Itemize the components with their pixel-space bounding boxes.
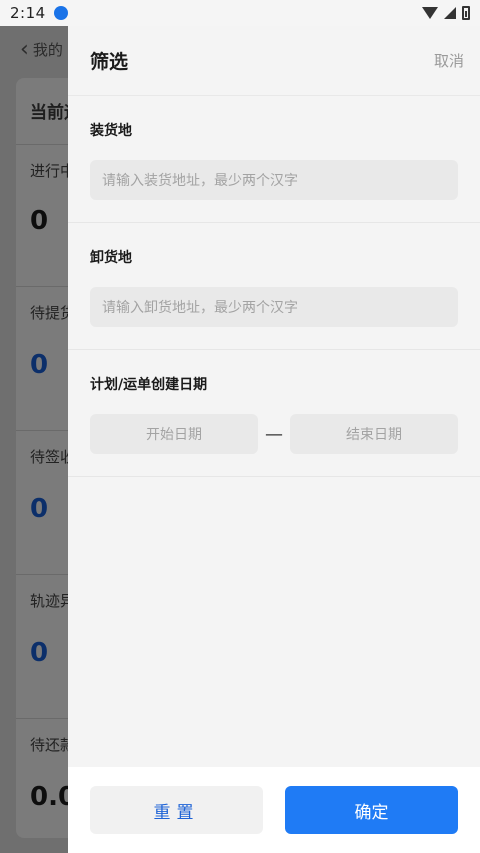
stat-label: 待提货 [30, 304, 68, 322]
loading-label: 装货地 [90, 123, 132, 139]
back-chevron-icon[interactable]: ‹ [20, 37, 29, 62]
stat-value: 0.0 [30, 782, 68, 812]
stat-label: 进行中 [30, 162, 68, 180]
background-stats-card: 当前运 进行中 0 待提货 0 待签收 0 轨迹异 0 待还款 0.0 [16, 78, 68, 838]
date-section: 计划/运单创建日期 开始日期 — 结束日期 [68, 350, 480, 477]
background-page: ‹ 我的 当前运 进行中 0 待提货 0 待签收 0 轨迹异 0 待还款 0.0 [0, 26, 68, 853]
divider [16, 430, 68, 431]
unloading-label: 卸货地 [90, 250, 132, 266]
drawer-footer: 重置 确定 [68, 767, 480, 853]
loading-section: 装货地 请输入装货地址，最少两个汉字 [68, 96, 480, 223]
status-time: 2:14 [10, 4, 46, 22]
end-date-picker[interactable]: 结束日期 [290, 414, 458, 454]
stat-value: 0 [30, 494, 49, 524]
stat-label: 轨迹异 [30, 592, 68, 610]
cancel-button[interactable]: 取消 [434, 50, 464, 71]
drawer-title: 筛选 [90, 51, 129, 73]
stat-label: 待还款 [30, 736, 68, 754]
wifi-icon [422, 7, 438, 19]
app-notification-icon [53, 6, 68, 20]
status-bar: 2:14 [0, 0, 480, 26]
unloading-address-input[interactable]: 请输入卸货地址，最少两个汉字 [90, 287, 458, 327]
confirm-button[interactable]: 确定 [285, 786, 458, 834]
unloading-section: 卸货地 请输入卸货地址，最少两个汉字 [68, 223, 480, 350]
divider [16, 718, 68, 719]
background-card-title: 当前运 [30, 103, 68, 123]
divider [16, 286, 68, 287]
divider [16, 574, 68, 575]
start-date-picker[interactable]: 开始日期 [90, 414, 258, 454]
loading-address-input[interactable]: 请输入装货地址，最少两个汉字 [90, 160, 458, 200]
stat-value: 0 [30, 350, 49, 380]
date-range: 开始日期 — 结束日期 [90, 414, 458, 454]
stat-value: 0 [30, 206, 49, 236]
divider [16, 144, 68, 145]
status-icons [422, 6, 470, 20]
reset-button[interactable]: 重置 [90, 786, 263, 834]
filter-drawer: 筛选 取消 装货地 请输入装货地址，最少两个汉字 卸货地 请输入卸货地址，最少两… [68, 26, 480, 853]
date-range-separator: — [265, 423, 283, 445]
battery-icon [462, 6, 470, 20]
background-header: ‹ 我的 [0, 26, 68, 72]
drawer-header: 筛选 取消 [68, 26, 480, 96]
stat-value: 0 [30, 638, 49, 668]
background-back-label: 我的 [32, 40, 63, 59]
signal-icon [444, 7, 456, 19]
stat-label: 待签收 [30, 448, 68, 466]
date-label: 计划/运单创建日期 [90, 377, 208, 393]
